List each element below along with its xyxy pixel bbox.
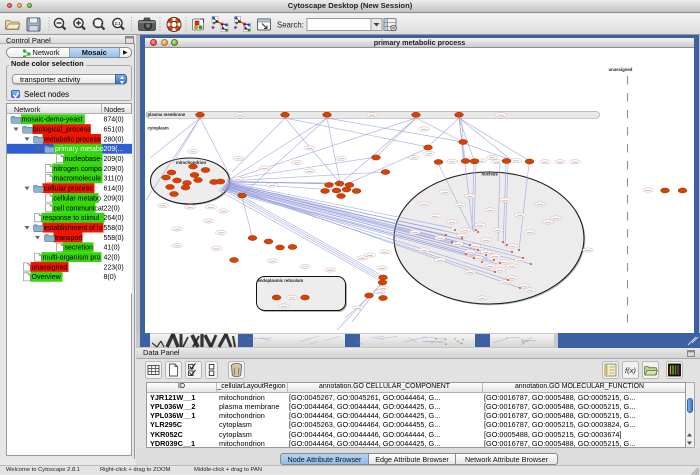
svg-text:multi-organism pro: multi-organism pro bbox=[43, 255, 101, 262]
svg-text:209(0): 209(0) bbox=[104, 166, 124, 173]
svg-text:cytoplasm: cytoplasm bbox=[148, 126, 169, 131]
svg-text:Overview: Overview bbox=[32, 274, 62, 281]
svg-text:41(0): 41(0) bbox=[104, 245, 120, 252]
svg-text:558(0): 558(0) bbox=[104, 225, 124, 232]
svg-text:223(0): 223(0) bbox=[104, 264, 124, 271]
svg-text:unassigned: unassigned bbox=[32, 264, 68, 271]
svg-text:unassigned: unassigned bbox=[609, 67, 633, 72]
svg-text:280(0): 280(0) bbox=[104, 136, 124, 143]
svg-text:mitochondrion: mitochondrion bbox=[176, 160, 206, 165]
svg-text:42(0): 42(0) bbox=[104, 255, 120, 262]
svg-text:614(0): 614(0) bbox=[104, 186, 124, 193]
svg-text:1:1: 1:1 bbox=[115, 21, 122, 26]
svg-text:endoplasmic reticulum: endoplasmic reticulum bbox=[258, 278, 304, 283]
svg-text:cell communicat: cell communicat bbox=[54, 205, 104, 212]
svg-text:primary metabo: primary metabo bbox=[55, 146, 104, 153]
svg-text:311(0): 311(0) bbox=[104, 176, 124, 183]
svg-text:651(0): 651(0) bbox=[104, 126, 124, 133]
svg-text:264(0): 264(0) bbox=[104, 215, 124, 222]
svg-text:209(0): 209(0) bbox=[104, 156, 124, 163]
svg-text:f(x): f(x) bbox=[625, 366, 636, 375]
svg-text:nucleobase-: nucleobase- bbox=[65, 156, 104, 163]
svg-text:response to stimul: response to stimul bbox=[43, 215, 100, 222]
svg-text:cellular metabo: cellular metabo bbox=[54, 195, 102, 202]
svg-text:secretion: secretion bbox=[65, 245, 94, 252]
svg-text:transport: transport bbox=[55, 235, 83, 242]
svg-text:22(0): 22(0) bbox=[104, 205, 120, 212]
svg-text:nucleus: nucleus bbox=[482, 171, 499, 176]
svg-text:macromolecule: macromolecule bbox=[54, 176, 102, 183]
svg-text:209(0): 209(0) bbox=[104, 195, 124, 202]
svg-text:8(0): 8(0) bbox=[104, 274, 116, 281]
svg-text:Search:: Search: bbox=[277, 20, 304, 29]
svg-text:metabolic process: metabolic process bbox=[44, 136, 101, 143]
svg-text:209(...: 209(... bbox=[104, 146, 124, 153]
svg-text:mosaic-demo-yeast: mosaic-demo-yeast bbox=[22, 117, 83, 124]
svg-text:plasma membrane: plasma membrane bbox=[148, 112, 186, 117]
svg-text:nitrogen compo: nitrogen compo bbox=[54, 166, 102, 173]
svg-text:cellular process: cellular process bbox=[44, 186, 93, 193]
svg-text:558(0): 558(0) bbox=[104, 235, 124, 242]
svg-text:874(0): 874(0) bbox=[104, 117, 124, 124]
svg-text:establishment of lo: establishment of lo bbox=[44, 225, 102, 232]
svg-text:biological_process: biological_process bbox=[33, 126, 91, 133]
